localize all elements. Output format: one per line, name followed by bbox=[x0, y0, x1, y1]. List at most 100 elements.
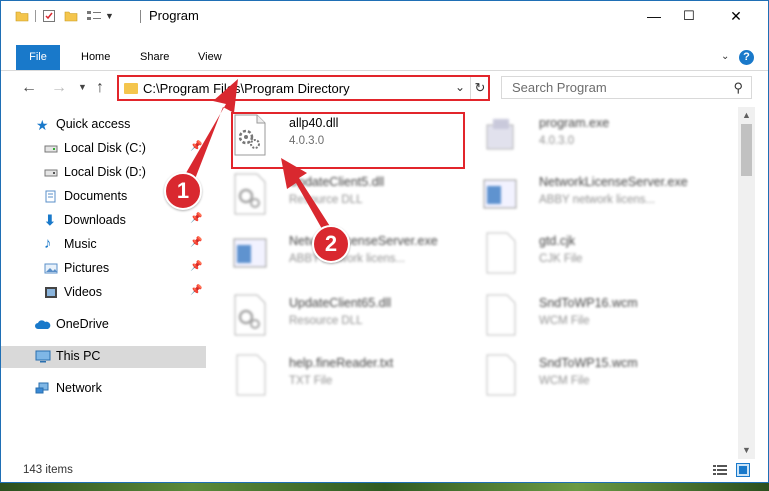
pin-icon[interactable]: 📌 bbox=[190, 141, 202, 152]
blank-file-icon bbox=[486, 294, 516, 336]
sidebar-item-network[interactable]: Network bbox=[1, 378, 206, 400]
forward-arrow-icon[interactable]: → bbox=[51, 79, 67, 97]
file-type: WCM File bbox=[539, 315, 590, 327]
search-input[interactable]: Search Program ⚲ bbox=[501, 76, 752, 99]
sidebar-item-pictures[interactable]: Pictures 📌 bbox=[1, 258, 206, 280]
file-name: gtd.cjk bbox=[539, 234, 576, 248]
file-type: Resource DLL bbox=[289, 315, 363, 327]
pin-icon[interactable]: 📌 bbox=[190, 213, 202, 224]
documents-icon bbox=[45, 190, 56, 203]
item-count: 143 items bbox=[23, 464, 73, 476]
sidebar-item-onedrive[interactable]: OneDrive bbox=[1, 314, 206, 336]
blank-file-icon bbox=[486, 354, 516, 396]
file-name: UpdateClient65.dll bbox=[289, 296, 392, 310]
cloud-icon bbox=[35, 320, 51, 329]
file-name: UpdateClient5.dll bbox=[289, 175, 385, 189]
details-view-icon[interactable] bbox=[713, 464, 727, 476]
sidebar-item-label: Videos bbox=[64, 285, 102, 299]
file-item-program-exe[interactable]: program.exe 4.0.3.0 bbox=[473, 107, 703, 165]
customize-toolbar-icon[interactable]: ▼ bbox=[105, 11, 114, 21]
exe-icon bbox=[486, 119, 514, 150]
sidebar-item-music[interactable]: ♪ Music 📌 bbox=[1, 234, 206, 256]
up-arrow-icon[interactable]: ↑ bbox=[96, 79, 104, 97]
explorer-window: ▼ Program — ☐ ✕ File Home Share View ⌄ ?… bbox=[0, 0, 769, 483]
pin-icon[interactable]: 📌 bbox=[190, 285, 202, 296]
file-item-help-finereader[interactable]: help.fineReader.txt TXT File bbox=[223, 347, 453, 405]
expand-ribbon-chevron-icon[interactable]: ⌄ bbox=[721, 51, 729, 62]
file-item-gtd-cjk[interactable]: gtd.cjk CJK File bbox=[473, 225, 703, 283]
sidebar-item-label: Quick access bbox=[56, 117, 131, 131]
drive-icon bbox=[44, 169, 58, 177]
properties-checkmark-icon[interactable] bbox=[42, 9, 56, 23]
pictures-icon bbox=[44, 263, 58, 274]
file-type: WCM File bbox=[539, 375, 590, 387]
folder-icon[interactable] bbox=[15, 9, 29, 23]
scrollbar-thumb[interactable] bbox=[741, 124, 752, 176]
help-icon[interactable]: ? bbox=[739, 50, 754, 65]
close-button[interactable]: ✕ bbox=[713, 1, 759, 31]
file-name: program.exe bbox=[539, 116, 610, 130]
sidebar-item-label: Local Disk (C:) bbox=[64, 141, 146, 155]
file-item-sndtowp15[interactable]: SndToWP15.wcm WCM File bbox=[473, 347, 703, 405]
sidebar-item-label: OneDrive bbox=[56, 317, 109, 331]
title-bar: ▼ Program — ☐ ✕ bbox=[1, 1, 768, 31]
file-type: Resource DLL bbox=[289, 194, 363, 206]
refresh-icon[interactable]: ↻ bbox=[470, 77, 489, 99]
pin-icon[interactable]: 📌 bbox=[190, 237, 202, 248]
step-1-badge: 1 bbox=[164, 172, 202, 210]
sidebar-item-label: Local Disk (D:) bbox=[64, 165, 146, 179]
navigation-pane: ★ Quick access Local Disk (C:) 📌 Local D… bbox=[1, 111, 206, 456]
music-icon: ♪ bbox=[44, 235, 52, 252]
blank-file-icon bbox=[236, 354, 266, 396]
desktop-background bbox=[0, 483, 769, 491]
file-name: SndToWP15.wcm bbox=[539, 356, 638, 370]
address-dropdown-icon[interactable]: ⌄ bbox=[455, 80, 465, 94]
file-name: SndToWP16.wcm bbox=[539, 296, 638, 310]
scroll-up-icon[interactable]: ▲ bbox=[742, 110, 751, 120]
address-bar[interactable]: C:\Program Files\Program Directory ⌄ ↻ bbox=[117, 75, 490, 101]
maximize-button[interactable]: ☐ bbox=[666, 1, 712, 31]
file-type: CJK File bbox=[539, 253, 583, 265]
sidebar-item-label: Downloads bbox=[64, 213, 126, 227]
tab-share[interactable]: Share bbox=[140, 45, 169, 70]
star-icon: ★ bbox=[36, 117, 49, 133]
folder-icon bbox=[124, 83, 138, 94]
sidebar-item-label: Documents bbox=[64, 189, 128, 203]
address-path[interactable]: C:\Program Files\Program Directory bbox=[143, 81, 350, 96]
sidebar-item-label: Pictures bbox=[64, 261, 110, 275]
sidebar-item-label: Network bbox=[56, 381, 102, 395]
tab-home[interactable]: Home bbox=[81, 45, 110, 70]
search-icon[interactable]: ⚲ bbox=[733, 80, 743, 96]
step-2-badge: 2 bbox=[312, 225, 350, 263]
new-folder-icon[interactable] bbox=[64, 9, 78, 23]
network-icon bbox=[35, 382, 49, 394]
title-separator bbox=[140, 10, 141, 23]
file-description: ABBY network licens... bbox=[289, 253, 406, 265]
recent-locations-chevron-icon[interactable]: ▼ bbox=[78, 82, 87, 92]
vertical-scrollbar[interactable]: ▲ ▼ bbox=[738, 107, 755, 459]
large-icons-view-icon[interactable] bbox=[736, 463, 750, 477]
drive-icon bbox=[44, 145, 58, 153]
pin-icon[interactable]: 📌 bbox=[190, 261, 202, 272]
sidebar-item-this-pc[interactable]: This PC bbox=[1, 346, 206, 368]
file-item-updateclient5[interactable]: UpdateClient5.dll Resource DLL bbox=[223, 166, 453, 224]
scroll-down-icon[interactable]: ▼ bbox=[742, 445, 751, 455]
computer-icon bbox=[35, 350, 51, 363]
app-window-icon bbox=[483, 179, 517, 209]
sidebar-item-quick-access[interactable]: ★ Quick access bbox=[1, 114, 206, 136]
file-version: 4.0.3.0 bbox=[539, 135, 575, 147]
back-arrow-icon[interactable]: ← bbox=[21, 79, 37, 97]
sidebar-item-downloads[interactable]: ⬇ Downloads 📌 bbox=[1, 210, 206, 232]
file-item-networklicenseserver[interactable]: NetworkLicenseServer.exe ABBY network li… bbox=[473, 166, 703, 224]
sidebar-item-videos[interactable]: Videos 📌 bbox=[1, 282, 206, 304]
quick-access-toolbar: ▼ bbox=[15, 7, 114, 25]
file-type: TXT File bbox=[289, 375, 333, 387]
file-item-sndtowp16[interactable]: SndToWP16.wcm WCM File bbox=[473, 287, 703, 345]
tab-view[interactable]: View bbox=[198, 45, 222, 70]
navigation-bar: ← → ▼ ↑ C:\Program Files\Program Directo… bbox=[1, 71, 768, 105]
sidebar-item-local-disk-c[interactable]: Local Disk (C:) 📌 bbox=[1, 138, 206, 160]
tab-file[interactable]: File bbox=[16, 45, 60, 70]
dll-gear-icon bbox=[234, 173, 266, 215]
view-details-icon[interactable] bbox=[86, 9, 102, 23]
file-item-updateclient65[interactable]: UpdateClient65.dll Resource DLL bbox=[223, 287, 453, 345]
